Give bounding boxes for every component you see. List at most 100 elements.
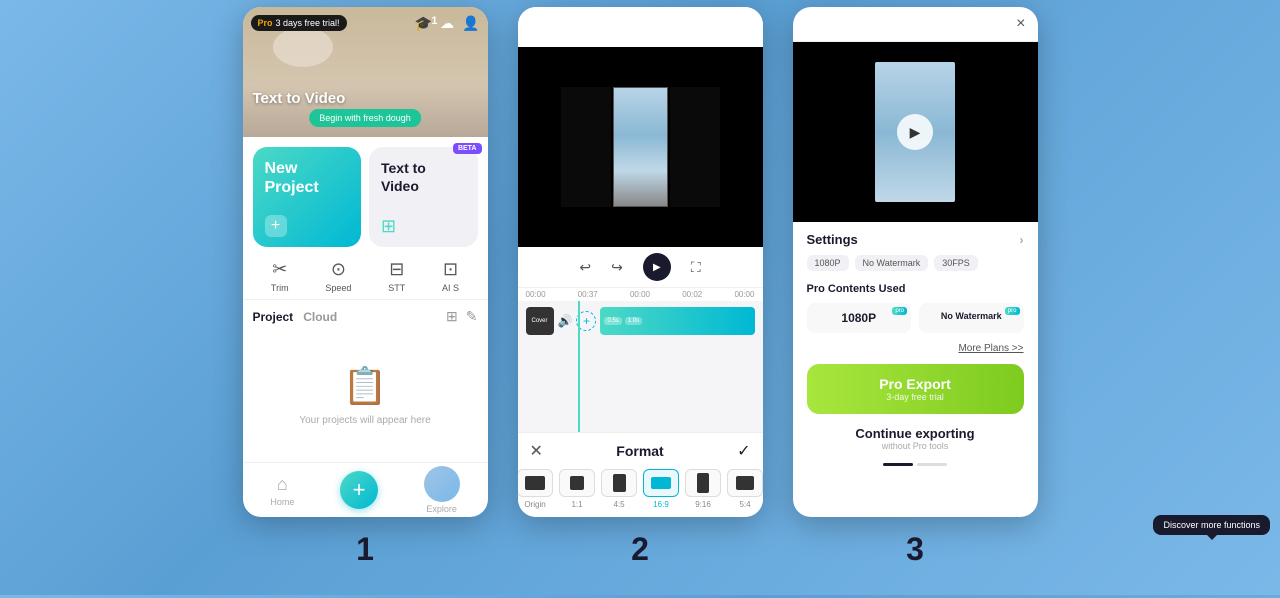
time-mid2: 00:00 bbox=[630, 290, 650, 299]
format-icon-origin bbox=[518, 469, 554, 497]
add-icon[interactable]: + bbox=[265, 215, 287, 237]
hat-icon[interactable]: 🎓 bbox=[415, 15, 432, 32]
ai-label: AI S bbox=[442, 283, 459, 293]
explore-avatar-inner bbox=[424, 466, 460, 502]
redo-icon[interactable]: ↪ bbox=[611, 259, 623, 276]
pro-content-watermark: pro No Watermark bbox=[919, 303, 1024, 333]
close-button[interactable]: × bbox=[1016, 15, 1025, 33]
play-overlay-button[interactable]: ▶ bbox=[897, 114, 933, 150]
white-space bbox=[518, 7, 763, 47]
format-confirm-button[interactable]: ✓ bbox=[737, 441, 750, 461]
empty-icon: 📋 bbox=[343, 365, 388, 407]
timeline-track: Cover 🔊 + 0.5s 1.0s bbox=[526, 307, 755, 335]
format-shape-9-16 bbox=[697, 473, 709, 493]
tools-row: ✂ Trim ⊙ Speed ⊟ STT ⊡ AI S bbox=[243, 253, 488, 300]
trim-tool[interactable]: ✂ Trim bbox=[271, 259, 289, 293]
speed-tool[interactable]: ⊙ Speed bbox=[325, 259, 351, 293]
play-button[interactable]: ▶ bbox=[643, 253, 671, 281]
format-icon-5-4 bbox=[727, 469, 763, 497]
settings-arrow-icon[interactable]: › bbox=[1020, 233, 1024, 247]
pro-value-1080p: 1080P bbox=[841, 311, 876, 325]
preview-frame: ▶ bbox=[875, 62, 955, 202]
trim-label: Trim bbox=[271, 283, 289, 293]
film-strip bbox=[561, 87, 720, 207]
film-frame-center bbox=[613, 87, 668, 207]
text-to-video-card[interactable]: BETA Text to Video ⊞ bbox=[369, 147, 478, 247]
pro-contents-title: Pro Contents Used bbox=[807, 283, 1024, 295]
playback-controls: ↩ ↪ ▶ ⛶ bbox=[518, 247, 763, 288]
tab-cloud[interactable]: Cloud bbox=[303, 310, 337, 324]
step-number-3: 3 bbox=[906, 531, 924, 568]
new-project-card[interactable]: New Project + bbox=[253, 147, 362, 247]
format-4-5[interactable]: 4:5 bbox=[601, 469, 637, 509]
nav-explore[interactable]: Explore bbox=[424, 466, 460, 514]
screen2: ↩ ↪ ▶ ⛶ 00:00 00:37 00:00 00:02 00:00 Co… bbox=[518, 7, 763, 517]
ai-tool[interactable]: ⊡ AI S bbox=[442, 259, 459, 293]
screen2-wrapper: ↩ ↪ ▶ ⛶ 00:00 00:37 00:00 00:02 00:00 Co… bbox=[518, 7, 763, 568]
format-label-16-9: 16:9 bbox=[653, 500, 669, 509]
format-shape-16-9 bbox=[651, 477, 671, 489]
format-close-button[interactable]: ✕ bbox=[530, 441, 543, 461]
film-frame-left bbox=[561, 87, 611, 207]
project-tabs: Project Cloud bbox=[253, 310, 338, 324]
screen1-header: Pro 3 days free trial! 🎓 ☁ 👤 Begin with … bbox=[243, 7, 488, 137]
pro-content-1080p: pro 1080P bbox=[807, 303, 912, 333]
format-label-9-16: 9:16 bbox=[695, 500, 711, 509]
dot-2 bbox=[917, 463, 947, 466]
video-area bbox=[518, 47, 763, 247]
free-trial-text: 3 days free trial! bbox=[276, 18, 340, 28]
format-shape-4-5 bbox=[613, 474, 626, 492]
pro-badge: Pro 3 days free trial! bbox=[251, 15, 347, 31]
time-end: 00:00 bbox=[734, 290, 754, 299]
timeline-header: 00:00 00:37 00:00 00:02 00:00 bbox=[518, 288, 763, 301]
expand-icon[interactable]: ⛶ bbox=[691, 259, 701, 276]
volume-icon[interactable]: 🔊 bbox=[558, 314, 573, 328]
cloud-icon[interactable]: ☁ bbox=[440, 15, 454, 32]
tab-project[interactable]: Project bbox=[253, 310, 294, 324]
timeline-clip[interactable]: 0.5s 1.0s bbox=[600, 307, 754, 335]
text-to-video-label: Text to Video bbox=[253, 90, 346, 107]
beta-badge: BETA bbox=[453, 143, 482, 154]
format-1-1[interactable]: 1:1 bbox=[559, 469, 595, 509]
format-bar: ✕ Format ✓ Origin 1:1 bbox=[518, 432, 763, 517]
dot-1 bbox=[883, 463, 913, 466]
format-origin[interactable]: Origin bbox=[518, 469, 554, 509]
pro-export-button[interactable]: Pro Export 3-day free trial bbox=[807, 364, 1024, 414]
continue-export-title: Continue exporting bbox=[811, 426, 1020, 441]
continue-export-button[interactable]: Continue exporting without Pro tools bbox=[807, 422, 1024, 455]
home-icon: ⌂ bbox=[277, 474, 288, 495]
format-label-origin: Origin bbox=[524, 500, 545, 509]
undo-icon[interactable]: ↩ bbox=[579, 259, 591, 276]
pro-badge-1080p: pro bbox=[892, 307, 907, 315]
timeline: Cover 🔊 + 0.5s 1.0s bbox=[518, 301, 763, 432]
stt-icon: ⊟ bbox=[389, 259, 404, 280]
format-5-4[interactable]: 5:4 bbox=[727, 469, 763, 509]
time-mid1: 00:37 bbox=[578, 290, 598, 299]
screen3-wrapper: × ▶ Settings › 1080P No Watermark 30FPS bbox=[793, 7, 1038, 568]
ai-icon: ⊡ bbox=[443, 259, 458, 280]
begin-button[interactable]: Begin with fresh dough bbox=[309, 109, 421, 127]
pro-badge-watermark: pro bbox=[1005, 307, 1020, 315]
profile-icon[interactable]: 👤 bbox=[462, 15, 479, 32]
more-plans-link[interactable]: More Plans >> bbox=[807, 343, 1024, 354]
format-label-5-4: 5:4 bbox=[739, 500, 750, 509]
stt-tool[interactable]: ⊟ STT bbox=[388, 259, 405, 293]
pro-value-watermark: No Watermark bbox=[941, 311, 1002, 321]
edit-icon[interactable]: ✎ bbox=[466, 308, 478, 325]
bottom-nav: ⌂ Home + Explore bbox=[243, 462, 488, 517]
format-9-16[interactable]: 9:16 bbox=[685, 469, 721, 509]
add-button[interactable]: + bbox=[340, 471, 378, 509]
format-label-1-1: 1:1 bbox=[571, 500, 582, 509]
progress-dots bbox=[807, 455, 1024, 474]
format-16-9[interactable]: 16:9 bbox=[643, 469, 679, 509]
nav-home[interactable]: ⌂ Home bbox=[270, 474, 294, 507]
grid-icon[interactable]: ⊞ bbox=[446, 308, 458, 325]
pro-export-title: Pro Export bbox=[819, 376, 1012, 392]
cover-thumbnail[interactable]: Cover bbox=[526, 307, 554, 335]
format-options: Origin 1:1 4:5 bbox=[530, 469, 751, 509]
clip-badge-1: 0.5s bbox=[604, 317, 621, 325]
format-shape-5-4 bbox=[736, 476, 754, 490]
speed-icon: ⊙ bbox=[331, 259, 346, 280]
step-number-1: 1 bbox=[356, 531, 374, 568]
format-icon-16-9 bbox=[643, 469, 679, 497]
